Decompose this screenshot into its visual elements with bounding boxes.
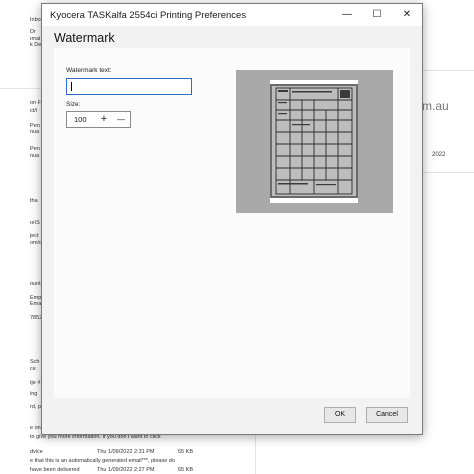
bg-text: tje # [30, 380, 41, 386]
close-button[interactable]: ✕ [392, 4, 422, 26]
divider [422, 172, 474, 173]
minus-icon: — [117, 115, 125, 124]
bg-text: Pen [30, 146, 40, 152]
close-icon: ✕ [402, 9, 412, 20]
bg-text: have been delivered [30, 467, 80, 473]
bg-text: Dr [30, 29, 36, 35]
bg-text: ıe\S [30, 220, 40, 226]
divider [255, 434, 256, 474]
bg-text: ount [30, 281, 41, 287]
page-title: Watermark [54, 31, 115, 45]
bg-text: rd, p [30, 404, 42, 410]
bg-text: ct/l [30, 108, 38, 114]
window-title: Kyocera TASKalfa 2554ci Printing Prefere… [50, 10, 247, 21]
watermark-text-input[interactable] [66, 78, 192, 95]
bg-text: on F [30, 100, 42, 106]
watermark-text-label: Watermark text: [66, 67, 112, 74]
maximize-icon: ☐ [372, 9, 382, 20]
watermark-panel: Watermark text: Size: 100 + — [54, 48, 410, 398]
bg-text: Sch [30, 359, 40, 365]
decrease-size-button[interactable]: — [113, 112, 129, 127]
size-stepper[interactable]: 100 + — [66, 111, 131, 128]
title-bar[interactable]: Kyocera TASKalfa 2554ci Printing Prefere… [42, 4, 422, 26]
text-caret [71, 82, 72, 91]
bg-text: k De [30, 42, 42, 48]
bg-text: Thu 1/09/2022 2:27 PM [97, 467, 155, 473]
scanned-document-image [270, 84, 358, 198]
page-header: Watermark [42, 26, 422, 50]
divider [422, 70, 474, 71]
divider [0, 88, 41, 89]
bg-text: 65 KB [178, 467, 193, 473]
bg-text: ject [30, 233, 39, 239]
bg-text: Thu 1/09/2022 2:31 PM [97, 449, 155, 455]
maximize-button[interactable]: ☐ [362, 4, 392, 26]
cancel-button[interactable]: Cancel [366, 407, 408, 423]
bg-text: e that this is an automatically generate… [30, 458, 175, 464]
size-label: Size: [66, 101, 81, 108]
bg-text: to give you more information. If you don… [30, 434, 161, 440]
bg-text: Ema [30, 301, 42, 307]
minimize-icon: — [342, 9, 352, 20]
bg-text: ce [30, 366, 36, 372]
bg-text: dvice [30, 449, 43, 455]
size-value: 100 [74, 115, 87, 124]
bg-text: 65 KB [178, 449, 193, 455]
ok-button[interactable]: OK [324, 407, 356, 423]
plus-icon: + [100, 113, 108, 125]
printing-preferences-dialog: Kyocera TASKalfa 2554ci Printing Prefere… [41, 3, 423, 435]
bg-text: ing [30, 391, 38, 397]
preview-page [270, 80, 358, 203]
bg-text: e on [30, 425, 41, 431]
bg-text: nua [30, 153, 40, 159]
bg-text: m.au [422, 99, 449, 113]
minimize-button[interactable]: — [332, 4, 362, 26]
bg-text: tha [30, 198, 38, 204]
bg-text: nua [30, 129, 40, 135]
watermark-preview [236, 70, 393, 213]
increase-size-button[interactable]: + [96, 112, 112, 127]
bg-text: 2022 [432, 152, 446, 158]
